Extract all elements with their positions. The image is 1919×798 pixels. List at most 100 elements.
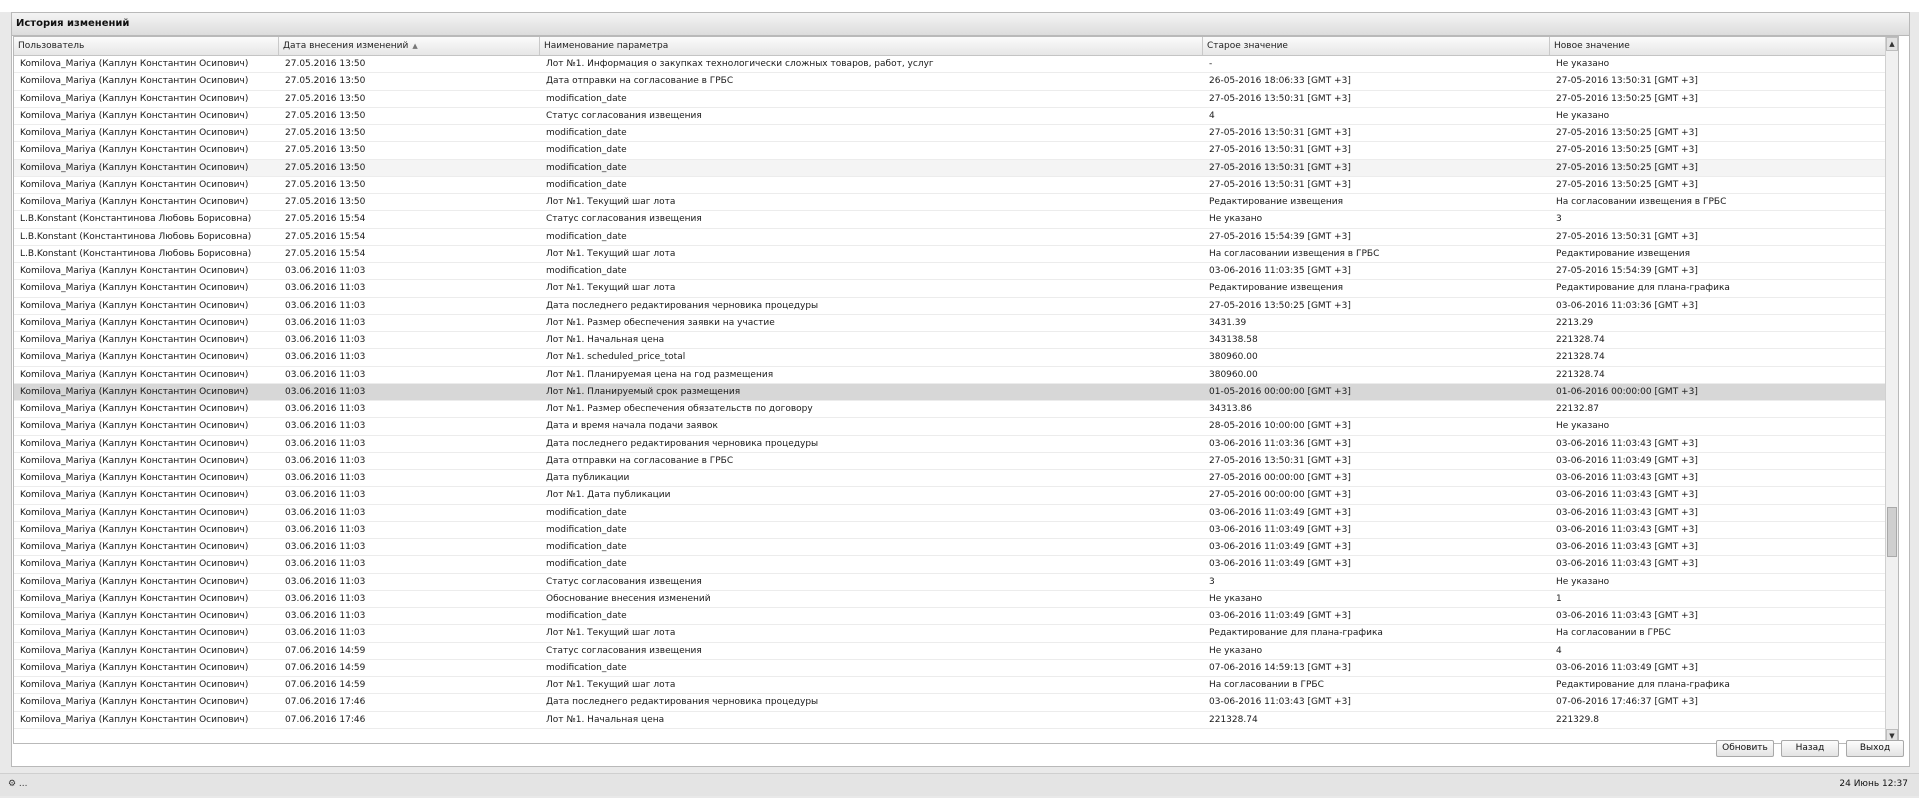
table-row[interactable]: Komilova_Mariya (Каплун Константин Осипо… bbox=[14, 608, 1887, 626]
old-value-cell: 34313.86 bbox=[1209, 404, 1252, 414]
table-row[interactable]: Komilova_Mariya (Каплун Константин Осипо… bbox=[14, 142, 1887, 160]
table-row[interactable]: Komilova_Mariya (Каплун Константин Осипо… bbox=[14, 263, 1887, 281]
old-value-cell: 380960.00 bbox=[1209, 369, 1258, 380]
table-row[interactable]: Komilova_Mariya (Каплун Константин Осипо… bbox=[14, 487, 1887, 505]
table-row[interactable]: Komilova_Mariya (Каплун Константин Осипо… bbox=[14, 401, 1887, 419]
old-value-cell: 3 bbox=[1209, 576, 1215, 587]
table-row[interactable]: Komilova_Mariya (Каплун Константин Осипо… bbox=[14, 556, 1887, 574]
table-row[interactable]: Komilova_Mariya (Каплун Константин Осипо… bbox=[14, 591, 1887, 608]
change-date-cell: 27.05.2016 13:50 bbox=[285, 197, 366, 207]
new-value-cell: Не указано bbox=[1556, 110, 1610, 121]
table-row[interactable]: Komilova_Mariya (Каплун Константин Осипо… bbox=[14, 332, 1887, 350]
table-row[interactable]: Komilova_Mariya (Каплун Константин Осипо… bbox=[14, 315, 1887, 332]
table-row[interactable]: Komilova_Mariya (Каплун Константин Осипо… bbox=[14, 677, 1887, 695]
old-value-cell: 28-05-2016 10:00:00 [GMT +3] bbox=[1209, 421, 1351, 432]
table-row[interactable]: Komilova_Mariya (Каплун Константин Осипо… bbox=[14, 574, 1887, 591]
old-value-cell: 221328.74 bbox=[1209, 714, 1258, 725]
table-row[interactable]: Komilova_Mariya (Каплун Константин Осипо… bbox=[14, 712, 1887, 729]
old-value-cell: 03-06-2016 11:03:49 [GMT +3] bbox=[1209, 507, 1351, 518]
old-value-cell: 380960.00 bbox=[1209, 352, 1258, 363]
table-row[interactable]: Komilova_Mariya (Каплун Константин Осипо… bbox=[14, 73, 1887, 91]
change-date-cell: 27.05.2016 13:50 bbox=[285, 59, 366, 69]
old-value-cell: 27-05-2016 13:50:31 [GMT +3] bbox=[1209, 162, 1351, 173]
old-value-cell: 27-05-2016 00:00:00 [GMT +3] bbox=[1209, 473, 1351, 483]
table-row[interactable]: L.B.Konstant (Константинова Любовь Борис… bbox=[14, 211, 1887, 229]
table-row[interactable]: Komilova_Mariya (Каплун Константин Осипо… bbox=[14, 108, 1887, 125]
status-clock: 24 Июнь 12:37 bbox=[1839, 779, 1908, 789]
old-value-cell: 03-06-2016 11:03:36 [GMT +3] bbox=[1209, 438, 1351, 449]
exit-button[interactable]: Выход bbox=[1846, 740, 1904, 757]
new-value-cell: 07-06-2016 17:46:37 [GMT +3] bbox=[1556, 697, 1698, 708]
old-value-cell: 3431.39 bbox=[1209, 317, 1247, 328]
parameter-cell: modification_date bbox=[546, 128, 627, 138]
table-row[interactable]: Komilova_Mariya (Каплун Константин Осипо… bbox=[14, 367, 1887, 384]
user-cell: Komilova_Mariya (Каплун Константин Осипо… bbox=[20, 283, 249, 294]
parameter-cell: Лот №1. Информация о закупках технологич… bbox=[546, 59, 934, 69]
column-header-parameter[interactable]: Наименование параметра bbox=[540, 37, 1203, 55]
parameter-cell: Лот №1. Текущий шаг лота bbox=[546, 197, 676, 207]
table-row[interactable]: Komilova_Mariya (Каплун Константин Осипо… bbox=[14, 194, 1887, 212]
user-cell: Komilova_Mariya (Каплун Константин Осипо… bbox=[20, 490, 249, 501]
table-row[interactable]: Komilova_Mariya (Каплун Константин Осипо… bbox=[14, 298, 1887, 315]
old-value-cell: 27-05-2016 13:50:31 [GMT +3] bbox=[1209, 179, 1351, 190]
table-row[interactable]: Komilova_Mariya (Каплун Константин Осипо… bbox=[14, 625, 1887, 643]
user-cell: Komilova_Mariya (Каплун Константин Осипо… bbox=[20, 59, 249, 69]
parameter-cell: modification_date bbox=[546, 231, 627, 242]
table-row[interactable]: L.B.Konstant (Константинова Любовь Борис… bbox=[14, 246, 1887, 263]
table-row[interactable]: Komilova_Mariya (Каплун Константин Осипо… bbox=[14, 125, 1887, 143]
scroll-thumb[interactable] bbox=[1887, 507, 1897, 557]
table-row[interactable]: Komilova_Mariya (Каплун Константин Осипо… bbox=[14, 643, 1887, 660]
column-header-user[interactable]: Пользователь bbox=[14, 37, 279, 55]
grid-body: Komilova_Mariya (Каплун Константин Осипо… bbox=[14, 56, 1887, 743]
new-value-cell: Редактирование для плана-графика bbox=[1556, 283, 1730, 294]
user-cell: Komilova_Mariya (Каплун Константин Осипо… bbox=[20, 197, 249, 207]
old-value-cell: 27-05-2016 13:50:31 [GMT +3] bbox=[1209, 128, 1351, 138]
table-row[interactable]: Komilova_Mariya (Каплун Константин Осипо… bbox=[14, 505, 1887, 522]
table-row[interactable]: Komilova_Mariya (Каплун Константин Осипо… bbox=[14, 418, 1887, 436]
change-date-cell: 03.06.2016 11:03 bbox=[285, 507, 366, 518]
user-cell: Komilova_Mariya (Каплун Константин Осипо… bbox=[20, 611, 249, 621]
table-row[interactable]: Komilova_Mariya (Каплун Константин Осипо… bbox=[14, 280, 1887, 298]
user-cell: Komilova_Mariya (Каплун Константин Осипо… bbox=[20, 507, 249, 518]
panel-header: История изменений bbox=[12, 13, 1909, 36]
user-cell: Komilova_Mariya (Каплун Константин Осипо… bbox=[20, 680, 249, 690]
column-header-change-date[interactable]: Дата внесения изменений ▲ bbox=[279, 37, 540, 55]
vertical-scrollbar[interactable]: ▲ ▼ bbox=[1885, 37, 1898, 743]
new-value-cell: 27-05-2016 13:50:25 [GMT +3] bbox=[1556, 128, 1698, 138]
parameter-cell: Лот №1. Текущий шаг лота bbox=[546, 283, 676, 294]
scroll-up-icon[interactable]: ▲ bbox=[1886, 37, 1898, 51]
table-row[interactable]: Komilova_Mariya (Каплун Константин Осипо… bbox=[14, 56, 1887, 74]
table-row[interactable]: Komilova_Mariya (Каплун Константин Осипо… bbox=[14, 436, 1887, 453]
status-menu[interactable]: ⚙ ... bbox=[8, 779, 28, 789]
table-row[interactable]: Komilova_Mariya (Каплун Константин Осипо… bbox=[14, 91, 1887, 108]
change-date-cell: 07.06.2016 17:46 bbox=[285, 714, 366, 725]
table-row[interactable]: Komilova_Mariya (Каплун Константин Осипо… bbox=[14, 522, 1887, 539]
column-header-old-value[interactable]: Старое значение bbox=[1203, 37, 1550, 55]
table-row[interactable]: L.B.Konstant (Константинова Любовь Борис… bbox=[14, 229, 1887, 246]
user-cell: Komilova_Mariya (Каплун Константин Осипо… bbox=[20, 76, 249, 87]
new-value-cell: 2213.29 bbox=[1556, 317, 1594, 328]
parameter-cell: Статус согласования извещения bbox=[546, 110, 702, 121]
table-row[interactable]: Komilova_Mariya (Каплун Константин Осипо… bbox=[14, 453, 1887, 470]
column-header-new-value[interactable]: Новое значение bbox=[1550, 37, 1887, 55]
table-row[interactable]: Komilova_Mariya (Каплун Константин Осипо… bbox=[14, 177, 1887, 194]
change-date-cell: 03.06.2016 11:03 bbox=[285, 300, 366, 311]
table-row[interactable]: Komilova_Mariya (Каплун Константин Осипо… bbox=[14, 470, 1887, 488]
table-row[interactable]: Komilova_Mariya (Каплун Константин Осипо… bbox=[14, 694, 1887, 712]
refresh-button[interactable]: Обновить bbox=[1716, 740, 1774, 757]
new-value-cell: 03-06-2016 11:03:43 [GMT +3] bbox=[1556, 559, 1698, 570]
parameter-cell: Лот №1. scheduled_price_total bbox=[546, 352, 686, 363]
old-value-cell: Не указано bbox=[1209, 214, 1263, 225]
new-value-cell: Редактирование для плана-графика bbox=[1556, 680, 1730, 690]
new-value-cell: 03-06-2016 11:03:49 [GMT +3] bbox=[1556, 455, 1698, 466]
table-row[interactable]: Komilova_Mariya (Каплун Константин Осипо… bbox=[14, 539, 1887, 557]
new-value-cell: На согласовании извещения в ГРБС bbox=[1556, 197, 1727, 207]
back-button[interactable]: Назад bbox=[1781, 740, 1839, 757]
status-bar: ⚙ ... 24 Июнь 12:37 bbox=[0, 773, 1919, 796]
parameter-cell: Статус согласования извещения bbox=[546, 214, 702, 225]
table-row[interactable]: Komilova_Mariya (Каплун Константин Осипо… bbox=[14, 159, 1887, 177]
table-row[interactable]: Komilova_Mariya (Каплун Константин Осипо… bbox=[14, 660, 1887, 677]
table-row[interactable]: Komilova_Mariya (Каплун Константин Осипо… bbox=[14, 349, 1887, 367]
table-row[interactable]: Komilova_Mariya (Каплун Константин Осипо… bbox=[14, 383, 1887, 401]
old-value-cell: 03-06-2016 11:03:49 [GMT +3] bbox=[1209, 542, 1351, 552]
